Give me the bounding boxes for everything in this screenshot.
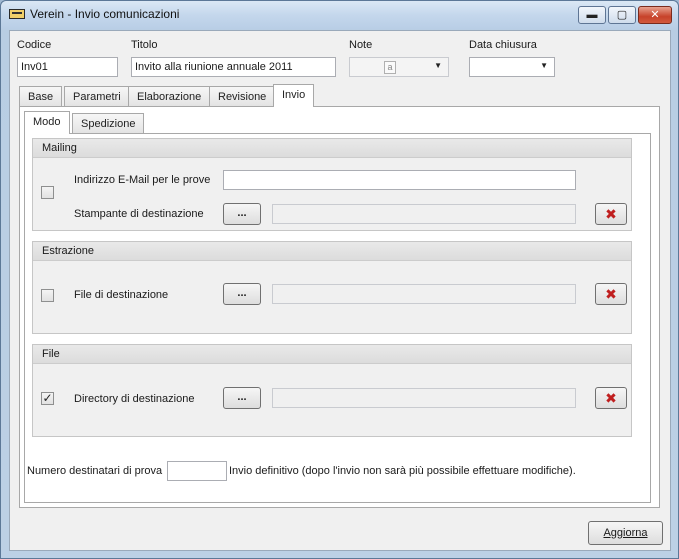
- red-x-icon: ✖: [605, 206, 617, 222]
- mailing-group-title: Mailing: [33, 139, 631, 158]
- estrazione-checkbox[interactable]: [41, 289, 54, 302]
- file-dest-field: [272, 284, 576, 304]
- title-bar[interactable]: Verein - Invio comunicazioni ▬ ▢ ✕: [1, 1, 678, 29]
- window-title: Verein - Invio comunicazioni: [30, 7, 180, 21]
- estrazione-group-title: Estrazione: [33, 242, 631, 261]
- email-field[interactable]: [223, 170, 576, 190]
- note-icon: a: [384, 61, 396, 74]
- data-chiusura-combo[interactable]: ▼: [469, 57, 555, 77]
- email-label: Indirizzo E-Mail per le prove: [74, 174, 211, 186]
- printer-label: Stampante di destinazione: [74, 208, 204, 220]
- file-dest-label: File di destinazione: [74, 289, 169, 301]
- printer-field: [272, 204, 576, 224]
- close-button[interactable]: ✕: [638, 6, 672, 24]
- invio-definitivo-label: Invio definitivo (dopo l'invio non sarà …: [229, 465, 576, 477]
- file-group: File ✓ Directory di destinazione ... ✖: [32, 344, 632, 437]
- codice-field[interactable]: Inv01: [17, 57, 118, 77]
- modo-panel: Mailing Indirizzo E-Mail per le prove St…: [24, 133, 651, 503]
- file-group-title: File: [33, 345, 631, 364]
- red-x-icon: ✖: [605, 390, 617, 406]
- minimize-icon: ▬: [586, 9, 598, 21]
- red-x-icon: ✖: [605, 286, 617, 302]
- printer-clear-button[interactable]: ✖: [595, 203, 627, 225]
- note-label: Note: [349, 39, 373, 51]
- file-checkbox[interactable]: ✓: [41, 392, 54, 405]
- note-combo[interactable]: a ▼: [349, 57, 449, 77]
- main-window: Verein - Invio comunicazioni ▬ ▢ ✕ Codic…: [0, 0, 679, 559]
- window-client-area: Codice Inv01 Titolo Invito alla riunione…: [9, 30, 671, 551]
- tab-parametri[interactable]: Parametri: [64, 86, 130, 107]
- mailing-group: Mailing Indirizzo E-Mail per le prove St…: [32, 138, 632, 231]
- dir-clear-button[interactable]: ✖: [595, 387, 627, 409]
- maximize-button[interactable]: ▢: [608, 6, 636, 24]
- invio-tab-panel: Modo Spedizione Mailing Indirizzo E-Mail…: [19, 106, 660, 508]
- data-chiusura-label: Data chiusura: [469, 39, 537, 51]
- printer-browse-button[interactable]: ...: [223, 203, 261, 225]
- dir-browse-button[interactable]: ...: [223, 387, 261, 409]
- tab-elaborazione[interactable]: Elaborazione: [128, 86, 211, 107]
- numero-destinatari-field[interactable]: [167, 461, 227, 481]
- file-clear-button[interactable]: ✖: [595, 283, 627, 305]
- codice-label: Codice: [17, 39, 52, 51]
- maximize-icon: ▢: [616, 9, 628, 21]
- mailing-checkbox[interactable]: [41, 186, 54, 199]
- aggiorna-button[interactable]: Aggiorna: [588, 521, 663, 545]
- minimize-button[interactable]: ▬: [578, 6, 606, 24]
- dir-dest-label: Directory di destinazione: [74, 393, 195, 405]
- dir-dest-field: [272, 388, 576, 408]
- tab-modo[interactable]: Modo: [24, 111, 70, 134]
- tab-revisione[interactable]: Revisione: [209, 86, 276, 107]
- check-icon: ✓: [42, 391, 53, 405]
- tab-spedizione[interactable]: Spedizione: [72, 113, 145, 134]
- numero-destinatari-label: Numero destinatari di prova: [27, 465, 163, 477]
- estrazione-group: Estrazione File di destinazione ... ✖: [32, 241, 632, 334]
- titolo-label: Titolo: [131, 39, 158, 51]
- app-icon: [9, 9, 25, 19]
- chevron-down-icon: ▼: [540, 61, 548, 70]
- file-browse-button[interactable]: ...: [223, 283, 261, 305]
- tab-base[interactable]: Base: [19, 86, 63, 107]
- aggiorna-label: Aggiorna: [603, 527, 648, 539]
- chevron-down-icon: ▼: [434, 61, 442, 70]
- tab-invio[interactable]: Invio: [273, 84, 315, 107]
- titolo-field[interactable]: Invito alla riunione annuale 2011: [131, 57, 336, 77]
- close-icon: ✕: [650, 9, 660, 21]
